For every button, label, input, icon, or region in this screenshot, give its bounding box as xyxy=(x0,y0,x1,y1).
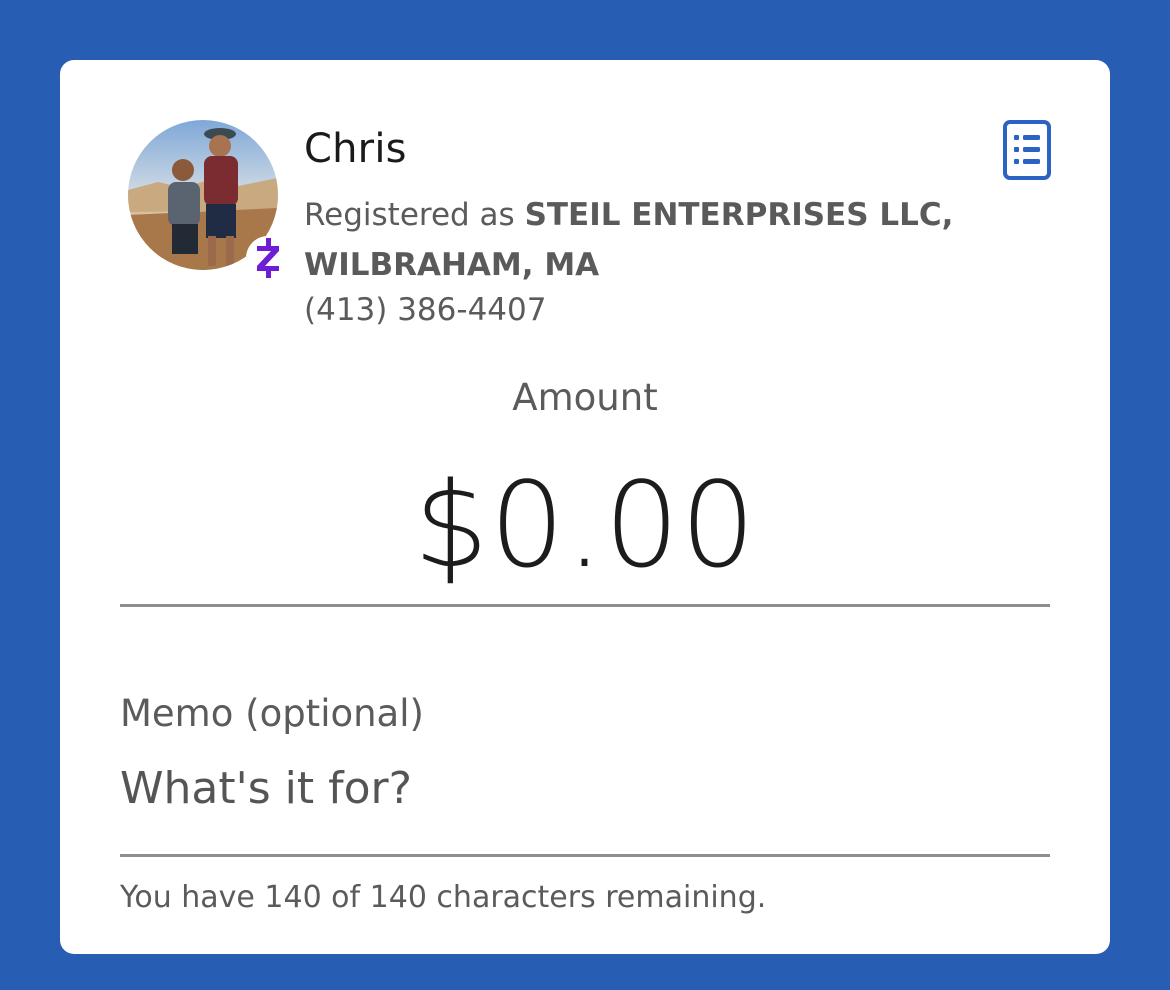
memo-divider xyxy=(120,854,1050,857)
list-icon xyxy=(1003,120,1051,180)
memo-input[interactable] xyxy=(120,756,1050,820)
zelle-icon xyxy=(246,236,290,280)
avatar-group xyxy=(128,120,290,284)
characters-remaining: You have 140 of 140 characters remaining… xyxy=(120,880,767,915)
amount-label: Amount xyxy=(512,376,658,419)
registered-prefix: Registered as xyxy=(304,197,525,233)
memo-label: Memo (optional) xyxy=(120,692,424,735)
details-list-button[interactable] xyxy=(1000,118,1054,182)
amount-divider xyxy=(120,604,1050,607)
registration-info: Registered as STEIL ENTERPRISES LLC, WIL… xyxy=(304,190,1024,290)
amount-input[interactable]: $0.00 xyxy=(60,456,1110,594)
recipient-phone: (413) 386-4407 xyxy=(304,292,547,328)
send-money-card: Chris Registered as STEIL ENTERPRISES LL… xyxy=(60,60,1110,954)
recipient-name: Chris xyxy=(304,126,407,172)
